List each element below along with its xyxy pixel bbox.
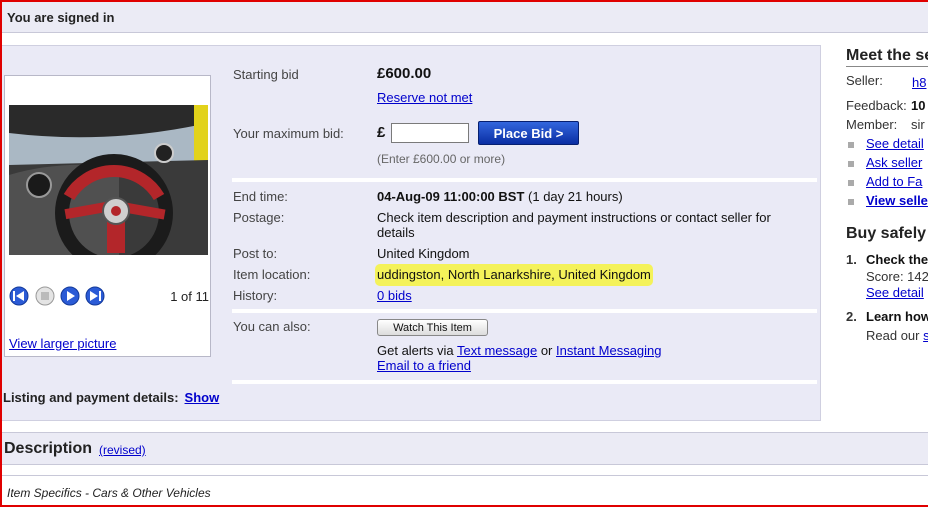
- revised-link[interactable]: (revised): [99, 443, 146, 457]
- divider: [232, 380, 817, 384]
- picture-box: 1 of 11 View larger picture: [4, 75, 211, 357]
- starting-bid-label: Starting bid: [233, 67, 299, 82]
- safety-see-details-link[interactable]: See detail: [866, 285, 924, 300]
- next-icon[interactable]: [85, 286, 105, 306]
- seller-sidebar: Meet the se Seller: h8 Feedback: 10 Memb…: [846, 45, 928, 375]
- post-to-value: United Kingdom: [377, 246, 470, 261]
- end-time-label: End time:: [233, 189, 288, 204]
- divider: [232, 309, 817, 313]
- picture-count: 1 of 11: [170, 289, 209, 304]
- history-label: History:: [233, 288, 278, 303]
- description-bar: Description (revised): [2, 432, 928, 465]
- feedback-label: Feedback:: [846, 98, 907, 113]
- description-title: Description: [4, 440, 93, 457]
- max-bid-input[interactable]: [391, 123, 469, 143]
- postage-label: Postage:: [233, 210, 285, 225]
- previous-icon[interactable]: [9, 286, 29, 306]
- text-message-link[interactable]: Text message: [457, 343, 537, 358]
- stop-icon[interactable]: [35, 286, 55, 306]
- watch-item-button[interactable]: Watch This Item: [377, 319, 488, 336]
- post-to-label: Post to:: [233, 246, 278, 261]
- picture-nav: 1 of 11: [9, 286, 209, 308]
- safety-step-1-number: 1.: [846, 252, 857, 267]
- seller-score: Score: 142: [866, 269, 928, 284]
- view-larger-picture-link[interactable]: View larger picture: [9, 336, 116, 351]
- max-bid-label: Your maximum bid:: [233, 126, 344, 141]
- listing-payment-row: Listing and payment details: Show: [3, 390, 220, 405]
- item-location-label: Item location:: [233, 267, 311, 282]
- bullet: [848, 199, 854, 205]
- seller-label: Seller:: [846, 73, 883, 88]
- bullet: [848, 142, 854, 148]
- safety-step-2-title: Learn how: [866, 309, 928, 324]
- you-can-also-label: You can also:: [233, 319, 311, 334]
- see-details-link[interactable]: See detail: [866, 136, 924, 151]
- member-label: Member:: [846, 117, 898, 132]
- signed-in-text: You are signed in: [7, 10, 115, 25]
- divider: [2, 475, 928, 476]
- bid-history-link[interactable]: 0 bids: [377, 288, 412, 303]
- safety-read-text: Read our s: [866, 328, 928, 343]
- item-photo[interactable]: [9, 105, 208, 255]
- bullet: [848, 161, 854, 167]
- starting-bid-value: £600.00: [377, 65, 432, 82]
- place-bid-button[interactable]: Place Bid >: [478, 121, 579, 145]
- postage-value: Check item description and payment instr…: [377, 210, 771, 240]
- buy-safely-heading: Buy safely: [846, 225, 927, 242]
- end-time-value: 04-Aug-09 11:00:00 BST (1 day 21 hours): [377, 189, 623, 204]
- item-location-value: uddingston, North Lanarkshire, United Ki…: [377, 266, 651, 284]
- bullet: [848, 180, 854, 186]
- listing-show-link[interactable]: Show: [185, 390, 220, 405]
- divider: [232, 178, 817, 182]
- safety-step-1-title: Check the: [866, 252, 928, 267]
- safety-tips-link[interactable]: s: [923, 328, 928, 343]
- member-value: sir: [911, 117, 925, 132]
- alerts-line: Get alerts via Text message or Instant M…: [377, 343, 662, 358]
- currency-symbol: £: [377, 124, 386, 141]
- instant-messaging-link[interactable]: Instant Messaging: [556, 343, 662, 358]
- ask-seller-link[interactable]: Ask seller: [866, 155, 922, 170]
- seller-id-link[interactable]: h8: [912, 75, 926, 90]
- bid-hint: (Enter £600.00 or more): [377, 152, 506, 166]
- play-icon[interactable]: [60, 286, 80, 306]
- reserve-not-met-link[interactable]: Reserve not met: [377, 90, 472, 105]
- meet-seller-heading: Meet the se: [846, 47, 928, 67]
- add-to-favourites-link[interactable]: Add to Fa: [866, 174, 922, 189]
- signed-in-bar: You are signed in: [2, 2, 928, 33]
- item-specifics-heading: Item Specifics - Cars & Other Vehicles: [7, 486, 211, 500]
- feedback-value: 10: [911, 98, 926, 113]
- safety-step-2-number: 2.: [846, 309, 857, 324]
- view-seller-link[interactable]: View selle: [866, 193, 928, 208]
- email-friend-link[interactable]: Email to a friend: [377, 358, 471, 373]
